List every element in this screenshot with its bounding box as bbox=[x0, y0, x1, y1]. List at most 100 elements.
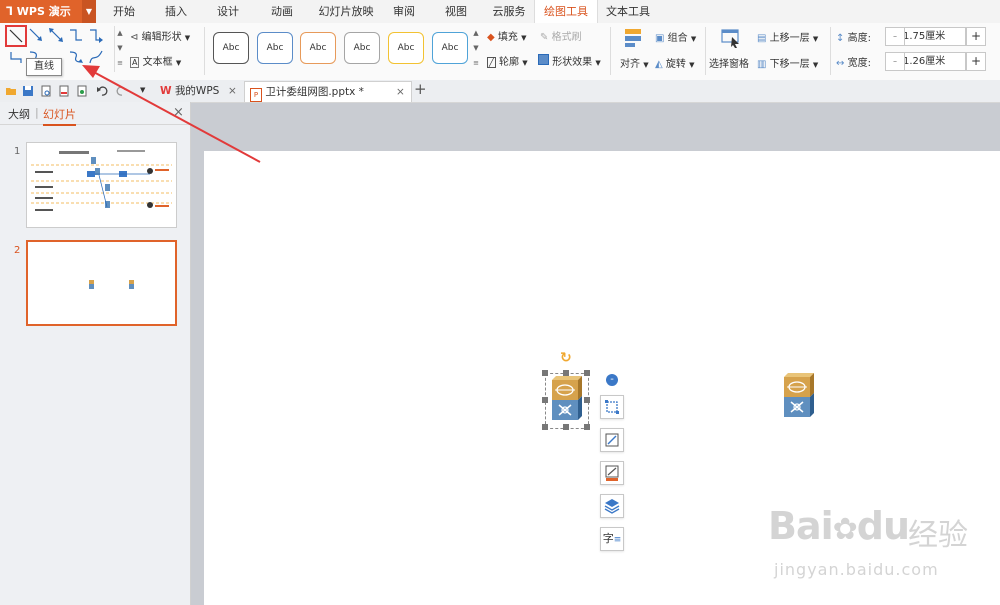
tab-drawing-tools[interactable]: 绘图工具 bbox=[534, 0, 598, 23]
shape-fill-button[interactable] bbox=[600, 461, 624, 485]
tab-review[interactable]: 审阅 bbox=[384, 0, 424, 23]
send-backward-icon: ▥ bbox=[757, 59, 767, 70]
shape-outline-button[interactable] bbox=[600, 428, 624, 452]
text-wrap-button[interactable]: 字≡ bbox=[600, 527, 624, 551]
watermark-url: jingyan.baidu.com bbox=[774, 560, 939, 579]
panel-tabs: 大纲 | 幻灯片 × bbox=[0, 102, 190, 126]
curved-arrow-connector-icon bbox=[69, 51, 83, 63]
doc-tab-active[interactable]: P 卫计委组网图.pptx * × bbox=[244, 81, 412, 102]
style-gallery-scroll[interactable]: ▲ ▼ ≡ bbox=[471, 26, 481, 72]
wps-w-icon: W bbox=[160, 85, 172, 97]
tab-cloud[interactable]: 云服务 bbox=[484, 0, 534, 23]
redo-icon[interactable] bbox=[116, 85, 128, 97]
elbow-double-arrow-icon bbox=[10, 52, 22, 63]
print-preview-icon[interactable] bbox=[40, 85, 52, 97]
elbow-double-arrow-button[interactable] bbox=[8, 49, 24, 65]
bring-forward-button[interactable]: ▤ 上移一层 ▼ bbox=[757, 29, 818, 44]
shape-gallery-scroll[interactable]: ▲ ▼ ≡ bbox=[114, 26, 125, 72]
tab-slides[interactable]: 幻灯片 bbox=[43, 106, 76, 126]
freeform-shape-button[interactable] bbox=[88, 49, 104, 65]
textbox-button[interactable]: A 文本框 ▼ bbox=[130, 53, 181, 68]
add-tab-button[interactable]: + bbox=[414, 80, 427, 98]
print-icon[interactable] bbox=[58, 85, 70, 97]
width-input[interactable]: 1.26厘米 bbox=[899, 52, 966, 71]
layer-order-button[interactable] bbox=[600, 494, 624, 518]
document-tab-bar: ▼ W 我的WPS × P 卫计委组网图.pptx * × + bbox=[0, 80, 1000, 103]
collapse-toolbar-icon[interactable]: - bbox=[606, 374, 618, 386]
doc-tab-label: 我的WPS bbox=[174, 85, 220, 97]
undo-icon[interactable] bbox=[96, 85, 108, 97]
close-panel-icon[interactable]: × bbox=[173, 105, 184, 120]
double-arrow-line-icon bbox=[49, 28, 63, 42]
crop-shape-button[interactable] bbox=[600, 395, 624, 419]
tab-insert[interactable]: 插入 bbox=[156, 0, 196, 23]
group-button[interactable]: ▣ 组合 ▼ bbox=[655, 29, 696, 44]
shape-style-1[interactable]: Abc bbox=[213, 32, 249, 64]
ribbon-divider bbox=[830, 27, 831, 75]
width-icon: ↔ bbox=[836, 58, 845, 69]
tab-view[interactable]: 视图 bbox=[436, 0, 476, 23]
export-pdf-icon[interactable] bbox=[76, 85, 88, 97]
doc-tab-my-wps[interactable]: W 我的WPS × bbox=[160, 81, 240, 101]
elbow-arrow-connector-icon bbox=[90, 29, 103, 43]
height-decrease-button[interactable]: - bbox=[885, 27, 905, 46]
elbow-connector-button[interactable] bbox=[68, 27, 84, 43]
ribbon-divider bbox=[204, 27, 205, 75]
shape-effect-button[interactable]: 形状效果 ▼ bbox=[538, 53, 601, 68]
slide-thumbnail-2[interactable] bbox=[26, 240, 177, 326]
bring-forward-icon: ▤ bbox=[757, 33, 767, 44]
tab-slideshow[interactable]: 幻灯片放映 bbox=[310, 0, 382, 23]
tab-animation[interactable]: 动画 bbox=[262, 0, 302, 23]
rotate-label: 旋转 bbox=[665, 59, 686, 70]
slide-number: 2 bbox=[14, 245, 21, 256]
select-pane-icon[interactable] bbox=[720, 27, 742, 49]
ribbon: ▲ ▼ ≡ ⊲ 编辑形状 ▼ A 文本框 ▼ Abc Abc Abc Abc Abc… bbox=[0, 23, 1000, 81]
fill-button[interactable]: ◆ 填充 ▼ bbox=[487, 28, 526, 43]
line-shape-button[interactable] bbox=[5, 25, 27, 47]
height-increase-button[interactable]: + bbox=[966, 27, 986, 46]
outline-button[interactable]: ╱ 轮廓 ▼ bbox=[487, 53, 528, 68]
select-pane-button[interactable]: 选择窗格 bbox=[709, 55, 749, 70]
arrow-line-icon bbox=[29, 28, 42, 41]
watermark-chinese: 经验 bbox=[908, 518, 968, 553]
dropdown-icon: ▼ bbox=[521, 34, 527, 42]
open-folder-icon[interactable] bbox=[5, 85, 17, 97]
close-tab-icon[interactable]: × bbox=[228, 81, 237, 101]
customize-toolbar-icon[interactable]: ▼ bbox=[140, 86, 145, 94]
app-menu-dropdown-icon[interactable]: ▼ bbox=[82, 0, 96, 23]
slide-thumbnail-1[interactable] bbox=[26, 142, 177, 228]
app-menu-button[interactable]: ᒣ WPS 演示 bbox=[0, 0, 82, 23]
shape-style-6[interactable]: Abc bbox=[432, 32, 468, 64]
dropdown-icon: ▼ bbox=[522, 59, 528, 67]
shape-style-3[interactable]: Abc bbox=[300, 32, 336, 64]
shape-style-4[interactable]: Abc bbox=[344, 32, 380, 64]
network-switch-icon[interactable] bbox=[780, 373, 818, 423]
textbox-label: 文本框 bbox=[142, 57, 173, 68]
tab-text-tools[interactable]: 文本工具 bbox=[598, 0, 658, 23]
shape-style-2[interactable]: Abc bbox=[257, 32, 293, 64]
network-switch-icon[interactable] bbox=[548, 376, 586, 426]
width-decrease-button[interactable]: - bbox=[885, 52, 905, 71]
outline-label: 轮廓 bbox=[499, 57, 520, 68]
shape-style-5[interactable]: Abc bbox=[388, 32, 424, 64]
dropdown-icon: ▼ bbox=[184, 34, 191, 42]
align-icon[interactable] bbox=[625, 27, 643, 49]
format-brush-button[interactable]: ✎ 格式刷 bbox=[540, 28, 582, 43]
close-tab-icon[interactable]: × bbox=[396, 82, 405, 102]
align-button[interactable]: 对齐 ▼ bbox=[620, 55, 649, 70]
edit-shape-button[interactable]: ⊲ 编辑形状 ▼ bbox=[130, 28, 190, 43]
double-arrow-shape-button[interactable] bbox=[48, 27, 64, 43]
height-input[interactable]: 1.75厘米 bbox=[899, 27, 966, 46]
slides-panel: 大纲 | 幻灯片 × 1 2 bbox=[0, 102, 191, 605]
rotate-button[interactable]: ◭ 旋转 ▼ bbox=[655, 55, 694, 70]
tab-home[interactable]: 开始 bbox=[104, 0, 144, 23]
arrow-shape-button[interactable] bbox=[28, 27, 44, 43]
elbow-arrow-connector-button[interactable] bbox=[88, 27, 104, 43]
rotate-handle-icon[interactable]: ↻ bbox=[560, 350, 572, 366]
curved-arrow-connector-button[interactable] bbox=[68, 49, 84, 65]
width-increase-button[interactable]: + bbox=[966, 52, 986, 71]
save-icon[interactable] bbox=[22, 85, 34, 97]
tab-outline[interactable]: 大纲 bbox=[8, 106, 30, 122]
send-backward-button[interactable]: ▥ 下移一层 ▼ bbox=[757, 55, 818, 70]
tab-design[interactable]: 设计 bbox=[208, 0, 248, 23]
